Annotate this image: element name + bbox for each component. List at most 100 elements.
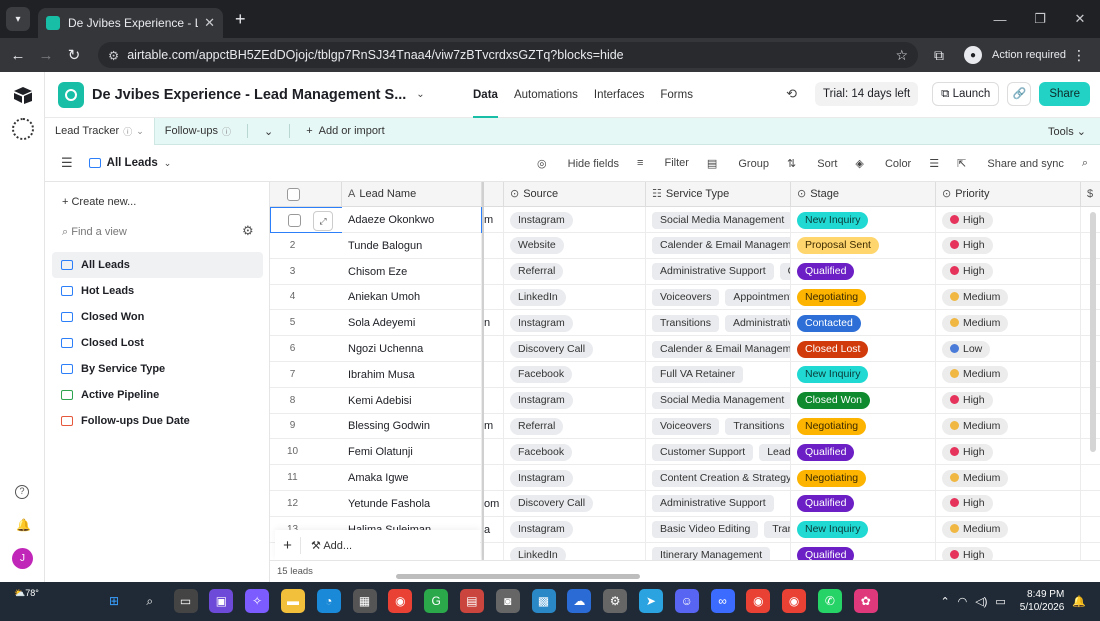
stage-cell[interactable]: Contacted xyxy=(791,310,936,337)
service-type-cell[interactable]: Administrative Support C xyxy=(646,258,791,285)
source-cell[interactable]: Instagram xyxy=(504,310,646,337)
trial-badge[interactable]: Trial: 14 days left xyxy=(815,82,919,106)
wifi-icon[interactable]: ◠ xyxy=(958,595,968,608)
service-type-cell[interactable]: Basic Video Editing Trans xyxy=(646,516,791,543)
hidden-column-cell[interactable]: m xyxy=(484,413,504,440)
chrome-profile-icon[interactable]: ◉ xyxy=(746,589,771,613)
hidden-column-cell[interactable] xyxy=(484,284,504,311)
source-cell[interactable]: Discovery Call xyxy=(504,336,646,362)
all-tables-chevron-icon[interactable]: ⌄ xyxy=(254,118,283,145)
lead-name-cell[interactable]: Ngozi Uchenna xyxy=(342,336,482,362)
hidden-column-cell[interactable]: m xyxy=(484,207,504,233)
gear-icon[interactable]: ⚙ xyxy=(242,223,254,239)
stage-cell[interactable]: Proposal Sent xyxy=(791,232,936,259)
nav-tab-data[interactable]: Data xyxy=(473,72,498,118)
priority-cell[interactable]: Medium xyxy=(936,361,1081,388)
base-name[interactable]: De Jvibes Experience - Lead Management S… xyxy=(92,87,406,103)
lead-name-cell[interactable]: Amaka Igwe xyxy=(342,465,482,491)
service-type-cell[interactable]: Administrative Support xyxy=(646,490,791,517)
lead-name-cell[interactable]: Aniekan Umoh xyxy=(342,284,482,311)
source-cell[interactable]: Discovery Call xyxy=(504,490,646,517)
sidebar-view-item[interactable]: By Service Type xyxy=(52,356,263,382)
source-cell[interactable]: Referral xyxy=(504,258,646,285)
table-row[interactable]: 8 Kemi Adebisi Instagram Social Media Manag… xyxy=(270,387,1100,414)
lead-name-cell[interactable]: Adaeze Okonkwo xyxy=(342,207,482,233)
table-row[interactable]: 9 Blessing Godwin m Referral Voiceovers Trans… xyxy=(270,413,1100,440)
priority-cell[interactable]: High xyxy=(936,207,1081,233)
notifications-bell-icon[interactable]: 🔔 xyxy=(16,518,31,532)
forward-icon[interactable]: → xyxy=(32,47,60,64)
browser-tab[interactable]: De Jvibes Experience - Lead Ma ✕ xyxy=(38,8,223,38)
sort-button[interactable]: ⇅ Sort xyxy=(787,157,837,170)
hidden-column-cell[interactable] xyxy=(484,439,504,466)
hidden-column-cell[interactable] xyxy=(484,232,504,259)
search-icon[interactable]: ⌕ xyxy=(1082,157,1088,170)
hidden-column-cell[interactable] xyxy=(484,361,504,388)
profile-avatar-icon[interactable]: ● xyxy=(964,46,982,64)
row-checkbox[interactable] xyxy=(288,214,301,227)
share-button[interactable]: Share xyxy=(1039,82,1090,106)
source-cell[interactable]: LinkedIn xyxy=(504,284,646,311)
table-row[interactable]: 12 Yetunde Fashola om Discovery Call Adminis… xyxy=(270,490,1100,517)
source-cell[interactable]: Facebook xyxy=(504,361,646,388)
hidden-column-cell[interactable] xyxy=(484,336,504,362)
whatsapp-icon[interactable]: ✆ xyxy=(817,589,842,613)
close-tab-icon[interactable]: ✕ xyxy=(204,15,215,31)
edge-icon[interactable]: ◔ xyxy=(316,589,341,613)
nav-tab-interfaces[interactable]: Interfaces xyxy=(594,72,645,118)
service-type-cell[interactable]: Social Media Management xyxy=(646,207,791,233)
service-type-cell[interactable]: Calender & Email Manageme xyxy=(646,232,791,259)
site-info-icon[interactable]: ⚙ xyxy=(108,48,119,63)
pdf-icon[interactable]: ▤ xyxy=(459,589,484,613)
find-view-input[interactable]: ⌕ Find a view xyxy=(62,226,127,239)
notification-bell-icon[interactable]: 🔔 xyxy=(1072,595,1086,608)
priority-cell[interactable]: Low xyxy=(936,336,1081,362)
chrome-profile-2-icon[interactable]: ◉ xyxy=(782,589,807,613)
copy-link-icon[interactable]: 🔗 xyxy=(1007,82,1032,106)
column-header-hidden[interactable] xyxy=(484,182,504,207)
back-icon[interactable]: ← xyxy=(4,47,32,64)
tab-search-button[interactable]: ▾ xyxy=(6,7,30,31)
link-app-icon[interactable]: ∞ xyxy=(710,589,735,613)
lead-name-cell[interactable]: Femi Olatunji xyxy=(342,439,482,466)
minimize-icon[interactable]: — xyxy=(980,12,1020,27)
browser-menu-icon[interactable]: ⋮ xyxy=(1072,47,1086,64)
settings-gear-icon[interactable]: ⚙ xyxy=(603,589,628,613)
column-header-lead-name[interactable]: A Lead Name xyxy=(342,182,482,207)
service-type-cell[interactable]: Voiceovers Transitions xyxy=(646,413,791,440)
start-icon[interactable]: ⊞ xyxy=(102,589,126,613)
create-new-button[interactable]: + Create new... xyxy=(62,196,136,208)
stage-cell[interactable]: Negotiating xyxy=(791,413,936,440)
task-view-icon[interactable]: ▭ xyxy=(173,589,198,613)
priority-cell[interactable]: Medium xyxy=(936,465,1081,491)
priority-cell[interactable]: High xyxy=(936,490,1081,517)
service-type-cell[interactable]: Transitions Administrative xyxy=(646,310,791,337)
select-all-checkbox[interactable] xyxy=(287,188,300,201)
launch-button[interactable]: ⧉ Launch xyxy=(932,82,1000,106)
column-header-service-type[interactable]: ☷ Service Type xyxy=(646,182,791,207)
hidden-column-cell[interactable] xyxy=(484,258,504,285)
toggle-sidebar-icon[interactable]: ☰ xyxy=(61,155,73,171)
copilot-icon[interactable]: ✧ xyxy=(245,589,270,613)
help-icon[interactable]: ? xyxy=(15,485,29,499)
service-type-cell[interactable]: Full VA Retainer xyxy=(646,361,791,388)
lead-name-cell[interactable]: Sola Adeyemi xyxy=(342,310,482,337)
priority-cell[interactable]: Medium xyxy=(936,413,1081,440)
photos-icon[interactable]: ▩ xyxy=(531,589,556,613)
close-window-icon[interactable]: ✕ xyxy=(1060,11,1100,27)
table-row[interactable]: 7 Ibrahim Musa Facebook Full VA Retainer New… xyxy=(270,361,1100,388)
file-explorer-icon[interactable]: ▬ xyxy=(280,589,305,613)
chrome-icon[interactable]: ◉ xyxy=(388,589,413,613)
color-button[interactable]: ◈ Color xyxy=(855,157,911,170)
nav-tab-automations[interactable]: Automations xyxy=(514,72,578,118)
table-row[interactable]: ⤢ Adaeze Okonkwo m Instagram Social Media Ma… xyxy=(270,207,1100,233)
source-cell[interactable]: Instagram xyxy=(504,465,646,491)
hidden-column-cell[interactable]: n xyxy=(484,310,504,337)
stage-cell[interactable]: New Inquiry xyxy=(791,516,936,543)
search-icon[interactable]: ⌕ xyxy=(138,589,162,613)
telegram-icon[interactable]: ➤ xyxy=(638,589,663,613)
extensions-icon[interactable]: ⧉ xyxy=(934,47,944,64)
camera-icon[interactable]: ◙ xyxy=(495,589,520,613)
action-required-label[interactable]: Action required xyxy=(992,49,1066,61)
bookmark-star-icon[interactable]: ☆ xyxy=(895,47,908,64)
